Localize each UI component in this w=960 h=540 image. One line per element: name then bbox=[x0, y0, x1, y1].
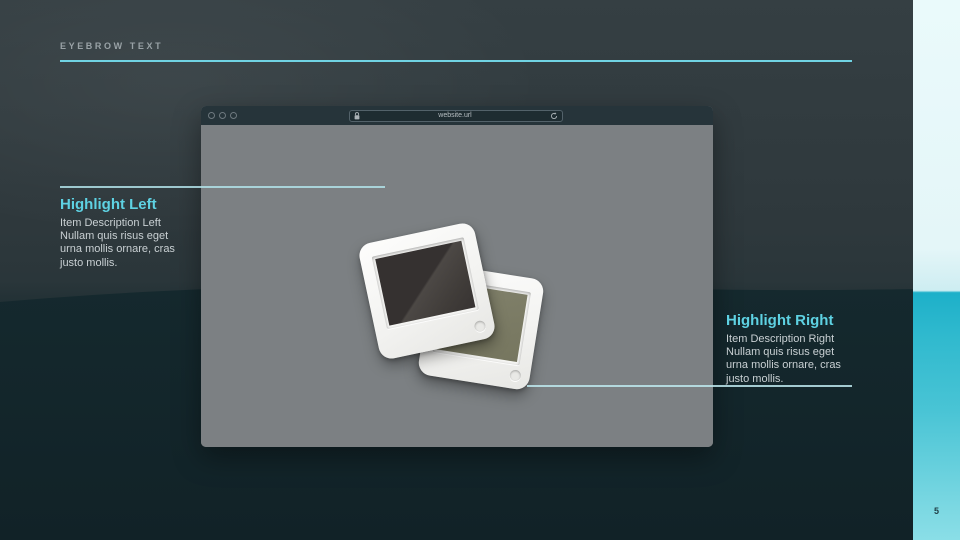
traffic-lights bbox=[208, 112, 237, 119]
photo-slide-front-notch bbox=[473, 319, 487, 333]
highlight-left: Highlight Left Item Description Left Nul… bbox=[60, 196, 190, 270]
browser-window: website.url bbox=[201, 106, 713, 447]
browser-titlebar: website.url bbox=[201, 106, 713, 125]
traffic-light-minimize-icon[interactable] bbox=[219, 112, 226, 119]
page-number: 5 bbox=[933, 506, 939, 516]
photo-slides-icon bbox=[201, 125, 713, 447]
refresh-icon[interactable] bbox=[550, 111, 558, 120]
presentation-slide: EYEBROW TEXT website.url Highlight Left … bbox=[0, 0, 960, 540]
accent-band bbox=[913, 0, 960, 540]
highlight-left-title: Highlight Left bbox=[60, 196, 157, 213]
photo-slide-front-well bbox=[371, 237, 480, 330]
browser-content bbox=[201, 125, 713, 447]
highlight-left-description: Item Description Left Nullam quis risus … bbox=[60, 217, 175, 269]
photo-slide-front bbox=[357, 221, 497, 361]
photo-slide-front-image bbox=[375, 240, 476, 326]
eyebrow-text: EYEBROW TEXT bbox=[60, 41, 164, 51]
url-text: website.url bbox=[438, 111, 472, 119]
highlight-right: Highlight Right Item Description Right N… bbox=[726, 312, 856, 386]
traffic-light-close-icon[interactable] bbox=[208, 112, 215, 119]
highlight-right-title: Highlight Right bbox=[726, 312, 834, 329]
eyebrow-rule bbox=[60, 60, 852, 62]
highlight-right-rule bbox=[527, 385, 852, 387]
highlight-left-rule bbox=[60, 186, 385, 188]
traffic-light-zoom-icon[interactable] bbox=[230, 112, 237, 119]
highlight-right-description: Item Description Right Nullam quis risus… bbox=[726, 333, 841, 385]
url-bar[interactable]: website.url bbox=[349, 109, 563, 122]
photo-slide-back-notch bbox=[509, 369, 522, 382]
